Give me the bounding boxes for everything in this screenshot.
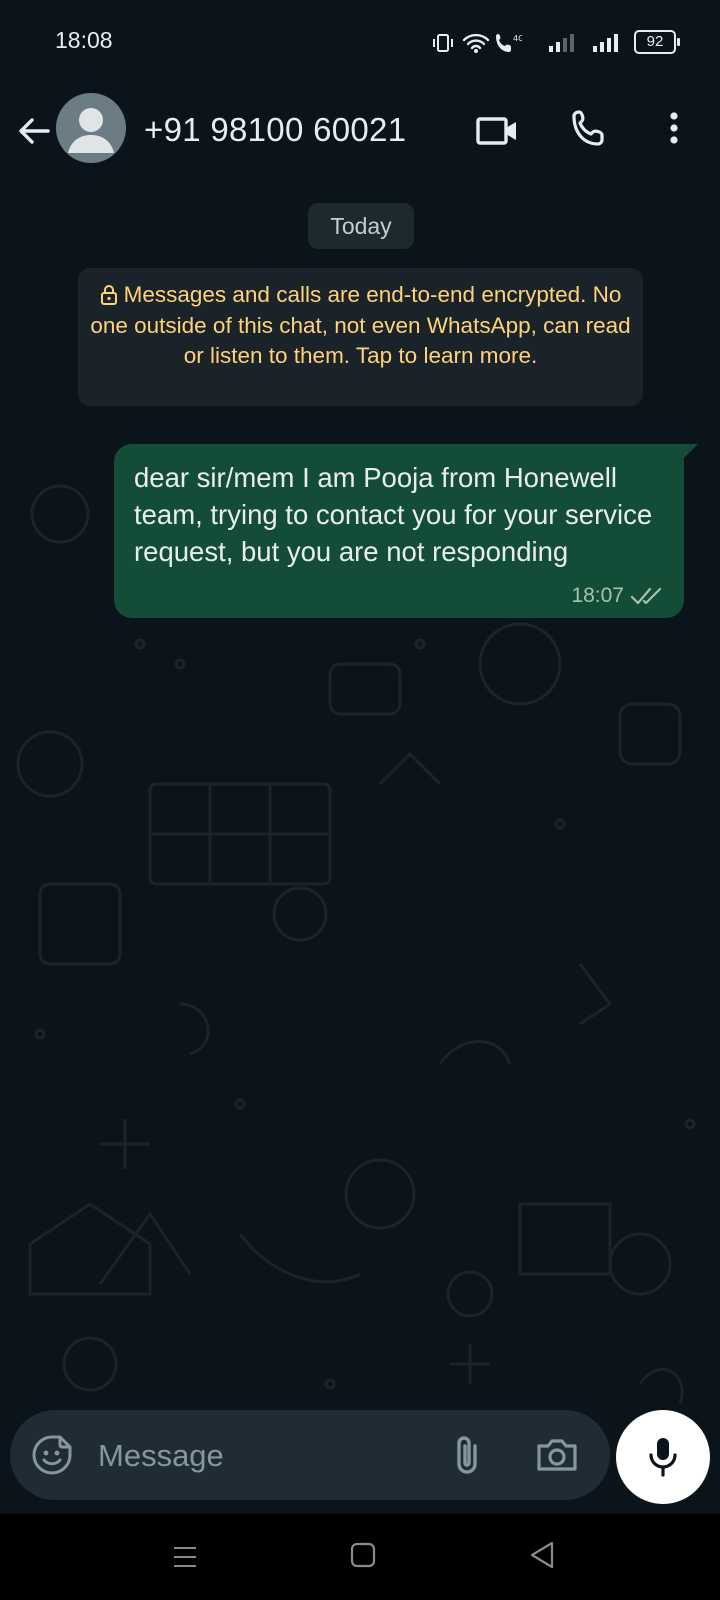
avatar[interactable] [56, 93, 126, 163]
nav-back-icon[interactable] [528, 1540, 556, 1570]
signal-1-icon [549, 34, 574, 52]
voice-record-button[interactable] [616, 1410, 710, 1504]
double-tick-icon [630, 587, 662, 605]
volte-call-icon: 4G [496, 34, 522, 52]
home-icon[interactable] [350, 1542, 376, 1568]
phone-icon[interactable] [570, 107, 614, 151]
message-composer [10, 1410, 610, 1500]
recent-apps-icon[interactable] [172, 1542, 198, 1572]
vibrate-icon [433, 34, 453, 52]
attach-icon[interactable] [450, 1432, 484, 1478]
battery-indicator: 92 [634, 30, 680, 54]
video-call-icon[interactable] [474, 110, 520, 150]
date-chip: Today [308, 203, 414, 249]
contact-name[interactable]: +91 98100 60021 [144, 111, 406, 149]
wifi-icon [462, 33, 490, 53]
chat-header: +91 98100 60021 [0, 84, 720, 184]
more-vertical-icon[interactable] [660, 107, 688, 151]
system-nav-bar [0, 1514, 720, 1600]
signal-2-icon [593, 34, 618, 52]
status-bar: 18:08 4G 92 [0, 0, 720, 84]
message-text: dear sir/mem I am Pooja from Honewell te… [134, 462, 653, 567]
message-input[interactable] [96, 1432, 430, 1480]
encryption-notice[interactable]: Messages and calls are end-to-end encryp… [78, 268, 643, 406]
message-meta: 18:07 [571, 584, 664, 608]
status-time: 18:08 [55, 27, 113, 53]
lock-icon [100, 285, 117, 305]
camera-icon[interactable] [534, 1432, 580, 1478]
bubble-tail [682, 444, 698, 460]
avatar-placeholder-icon [68, 108, 114, 153]
outgoing-message-bubble[interactable]: dear sir/mem I am Pooja from Honewell te… [114, 444, 698, 618]
encryption-notice-text: Messages and calls are end-to-end encryp… [90, 282, 631, 368]
mic-icon [649, 1438, 677, 1477]
chat-area[interactable]: Today Messages and calls are end-to-end … [0, 184, 720, 1514]
message-time: 18:07 [571, 584, 624, 607]
back-arrow-icon[interactable] [14, 111, 54, 151]
emoji-sticker-icon[interactable] [30, 1433, 74, 1477]
svg-text:4G: 4G [513, 34, 522, 43]
